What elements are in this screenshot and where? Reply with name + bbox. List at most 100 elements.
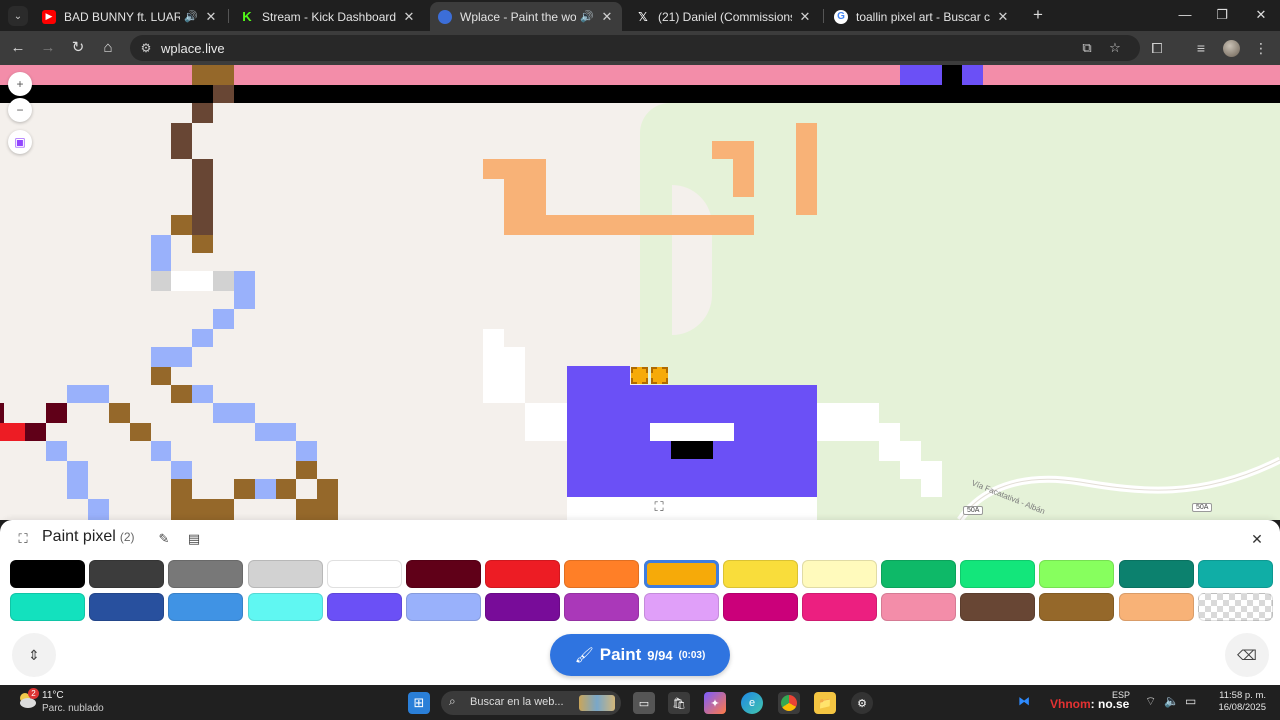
color-swatch[interactable] (722, 593, 798, 621)
paint-panel: ⛶ Paint pixel (2) ✎ ▤ ✕ ⇕ 🖌 Paint 9/94 (0… (0, 520, 1280, 685)
color-swatch[interactable] (722, 560, 798, 588)
crosshair-cursor-icon: ⛶ (654, 499, 664, 514)
close-tab-icon[interactable]: ✕ (996, 9, 1010, 25)
edge-icon[interactable]: e (741, 692, 763, 714)
close-tab-icon[interactable]: ✕ (402, 9, 416, 25)
color-swatch[interactable] (168, 560, 244, 588)
weather-desc[interactable]: Parc. nublado (42, 703, 104, 714)
forward-arrow-icon[interactable]: → (37, 37, 59, 59)
taskbar-search[interactable]: ⌕ Buscar en la web... (441, 691, 621, 715)
color-swatch[interactable] (405, 560, 481, 588)
bookmark-star-icon[interactable]: ☆ (1106, 40, 1124, 56)
color-swatch[interactable] (564, 560, 640, 588)
color-swatch[interactable] (1118, 560, 1194, 588)
color-swatch[interactable] (168, 593, 244, 621)
color-swatch[interactable] (1039, 560, 1115, 588)
color-swatch[interactable] (89, 593, 165, 621)
settings-gear-icon[interactable]: ⚙ (851, 692, 873, 714)
color-swatch[interactable] (89, 560, 165, 588)
color-swatch[interactable] (643, 593, 719, 621)
wifi-icon[interactable]: ⌔ (1145, 694, 1156, 709)
close-panel-icon[interactable]: ✕ (1248, 530, 1266, 548)
speaker-icon[interactable]: 🔊 (580, 10, 594, 23)
weather-temp[interactable]: 11°C (42, 690, 64, 701)
tab-kick[interactable]: K Stream - Kick Dashboard ✕ (232, 2, 424, 31)
minimize-icon[interactable]: — (1170, 4, 1200, 26)
back-arrow-icon[interactable]: ← (7, 37, 29, 59)
profile-avatar[interactable] (1223, 40, 1240, 57)
home-icon[interactable]: ⌂ (97, 37, 119, 59)
battery-icon[interactable]: ▭ (1185, 694, 1196, 708)
tab-search-chevron-icon[interactable]: ⌄ (8, 6, 28, 26)
color-swatch[interactable] (326, 593, 402, 621)
close-tab-icon[interactable]: ✕ (798, 9, 812, 25)
tab-youtube[interactable]: ▶ BAD BUNNY ft. LUAR LA L 🔊 ✕ (34, 2, 226, 31)
color-swatch[interactable] (960, 593, 1036, 621)
browser-tab-strip: ⌄ ▶ BAD BUNNY ft. LUAR LA L 🔊 ✕ K Stream… (0, 0, 1280, 31)
image-template-icon[interactable]: ▤ (184, 529, 204, 549)
task-view-icon[interactable]: ▭ (633, 692, 655, 714)
color-swatch[interactable] (10, 560, 85, 588)
close-tab-icon[interactable]: ✕ (600, 9, 614, 25)
eyedropper-icon[interactable]: ✎ (154, 529, 174, 549)
panel-title: Paint pixel (2) (42, 528, 135, 546)
color-swatch[interactable] (485, 560, 561, 588)
tab-google[interactable]: G toallin pixel art - Buscar con Go ✕ (826, 2, 1018, 31)
color-swatch[interactable] (1197, 560, 1273, 588)
twitch-icon[interactable]: ▣ (8, 130, 32, 154)
zoom-in-button[interactable]: + (8, 72, 32, 96)
tab-separator (823, 9, 824, 23)
more-menu-icon[interactable]: ⋮ (1250, 37, 1272, 59)
panel-title-text: Paint pixel (42, 528, 116, 545)
map-canvas[interactable]: Vía Facatativá - Albán 50A 50A ⛶ + − ▣ (0, 65, 1280, 520)
color-swatch[interactable] (10, 593, 85, 621)
color-swatch[interactable] (801, 593, 877, 621)
expand-icon[interactable]: ⛶ (13, 529, 33, 549)
color-swatch[interactable] (643, 560, 719, 588)
language-indicator[interactable]: ESP (1112, 690, 1130, 700)
pixel-count: (2) (119, 530, 135, 544)
media-control-icon[interactable]: ≡ (1190, 37, 1212, 59)
color-swatch[interactable] (485, 593, 561, 621)
zoom-out-button[interactable]: − (8, 98, 32, 122)
color-swatch[interactable] (247, 560, 323, 588)
reload-icon[interactable]: ↻ (67, 37, 89, 59)
color-swatch[interactable] (801, 560, 877, 588)
speaker-icon[interactable]: 🔊 (184, 10, 198, 23)
maximize-icon[interactable]: ❐ (1207, 4, 1237, 26)
color-swatch[interactable] (326, 560, 402, 588)
color-swatch[interactable] (881, 560, 957, 588)
copilot-icon[interactable]: ✦ (704, 692, 726, 714)
tab-title: Stream - Kick Dashboard (262, 9, 396, 24)
file-explorer-icon[interactable]: 📁 (814, 692, 836, 714)
store-icon[interactable]: 🛍 (668, 692, 690, 714)
address-bar[interactable]: ⚙ wplace.live ⧉ ☆ (130, 35, 1140, 61)
collapse-toggle-icon[interactable]: ⇕ (12, 633, 56, 677)
paint-button[interactable]: 🖌 Paint 9/94 (0:03) (550, 634, 730, 676)
volume-icon[interactable]: 🔈 (1164, 694, 1179, 708)
tab-separator (228, 9, 229, 23)
close-tab-icon[interactable]: ✕ (204, 9, 218, 25)
color-swatch-transparent[interactable] (1197, 593, 1273, 621)
install-app-icon[interactable]: ⧉ (1078, 40, 1096, 56)
search-icon: ⌕ (449, 694, 456, 708)
color-swatch[interactable] (247, 593, 323, 621)
color-swatch[interactable] (1039, 593, 1115, 621)
site-info-icon[interactable]: ⚙ (138, 40, 154, 56)
system-clock[interactable]: 11:58 p. m. 16/08/2025 (1210, 690, 1266, 714)
tab-x[interactable]: 𝕏 (21) Daniel (Commissions Pause ✕ (628, 2, 820, 31)
color-swatch[interactable] (564, 593, 640, 621)
new-tab-button[interactable]: + (1028, 5, 1048, 25)
chrome-taskbar-icon[interactable] (778, 692, 800, 714)
tab-wplace[interactable]: Wplace - Paint the world 🔊 ✕ (430, 2, 622, 31)
eraser-icon[interactable]: ⌫ (1225, 633, 1269, 677)
tray-app-icon[interactable]: ⧓ (1018, 694, 1030, 708)
color-swatch[interactable] (881, 593, 957, 621)
youtube-icon: ▶ (42, 9, 56, 24)
color-swatch[interactable] (405, 593, 481, 621)
color-swatch[interactable] (1118, 593, 1194, 621)
extensions-icon[interactable]: ⧠ (1146, 37, 1168, 59)
color-swatch[interactable] (960, 560, 1036, 588)
windows-start-icon[interactable]: ⊞ (408, 692, 430, 714)
close-window-icon[interactable]: ✕ (1246, 4, 1276, 26)
